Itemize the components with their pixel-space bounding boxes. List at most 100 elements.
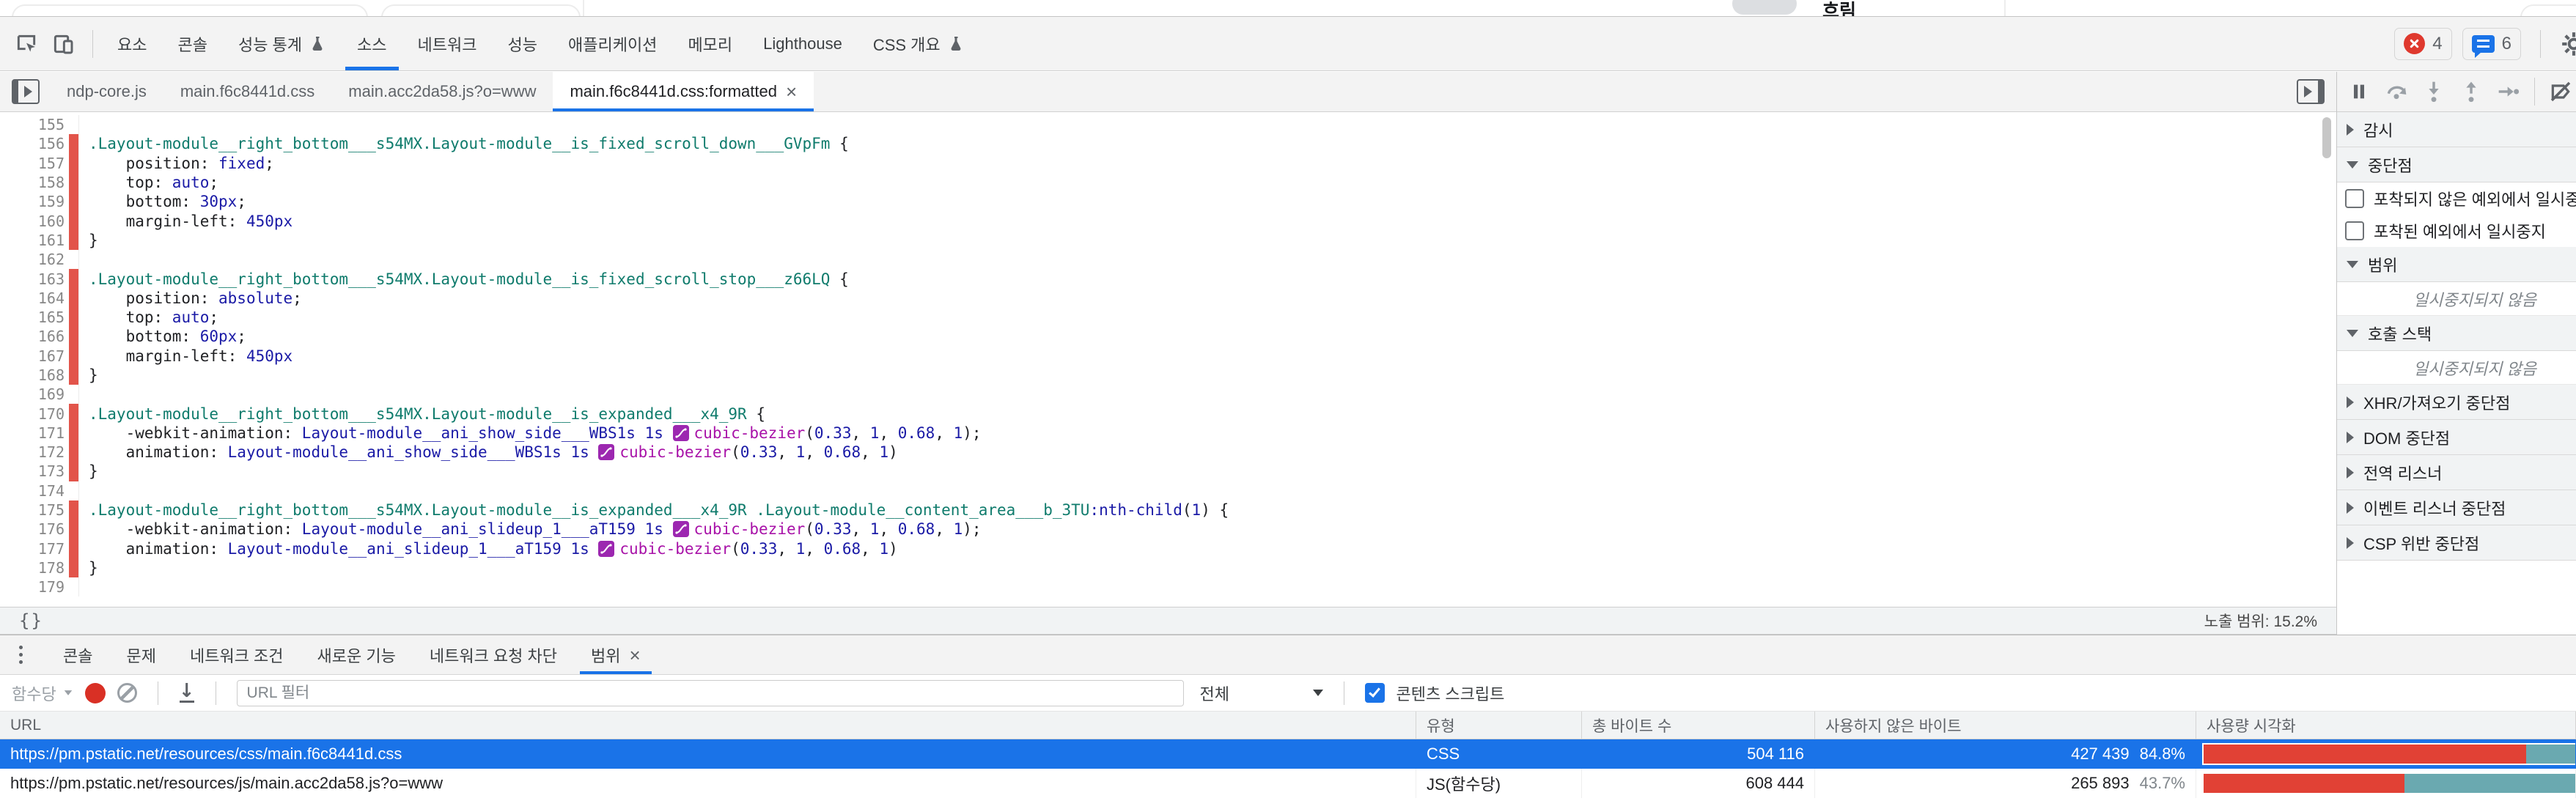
- column-header[interactable]: 유형: [1416, 712, 1582, 739]
- bezier-swatch-icon[interactable]: [598, 541, 614, 557]
- drawer-tab[interactable]: 새로운 기능: [301, 635, 413, 674]
- file-tab[interactable]: main.f6c8441d.css: [163, 72, 331, 111]
- column-header[interactable]: URL: [0, 712, 1416, 739]
- code-text: [78, 481, 2336, 500]
- close-tab-icon[interactable]: ×: [630, 646, 641, 665]
- scrollbar-thumb[interactable]: [2322, 117, 2331, 158]
- pause-script-icon[interactable]: [2346, 78, 2372, 105]
- code-editor[interactable]: 155156.Layout-module__right_bottom___s54…: [0, 113, 2336, 607]
- sidebar-section-collapsed[interactable]: CSP 위반 중단점: [2337, 525, 2576, 561]
- sidebar-section-expanded[interactable]: 중단점: [2337, 147, 2576, 182]
- record-coverage-button[interactable]: [85, 683, 106, 703]
- line-number[interactable]: 170: [0, 405, 65, 423]
- main-panel-tab[interactable]: 네트워크: [402, 17, 493, 70]
- sidebar-section-expanded[interactable]: 범위: [2337, 247, 2576, 282]
- show-navigator-icon[interactable]: [12, 79, 40, 104]
- line-number[interactable]: 177: [0, 540, 65, 558]
- line-number[interactable]: 157: [0, 155, 65, 172]
- coverage-mode-select[interactable]: 함수당: [12, 681, 73, 705]
- line-number[interactable]: 168: [0, 366, 65, 384]
- file-tab[interactable]: main.f6c8441d.css:formatted×: [553, 72, 814, 111]
- bezier-swatch-icon[interactable]: [598, 444, 614, 460]
- line-number[interactable]: 158: [0, 174, 65, 191]
- main-panel-tab[interactable]: Lighthouse: [748, 17, 858, 70]
- main-panel-tab[interactable]: 성능 통계: [223, 17, 342, 70]
- line-number[interactable]: 165: [0, 309, 65, 326]
- step-into-icon[interactable]: [2421, 78, 2447, 105]
- line-number[interactable]: 171: [0, 424, 65, 442]
- column-header[interactable]: 사용하지 않은 바이트: [1815, 712, 2196, 739]
- more-tools-kebab-icon[interactable]: [9, 646, 33, 664]
- show-debugger-sidebar-icon[interactable]: [2297, 79, 2325, 104]
- url-filter-input[interactable]: [237, 680, 1184, 706]
- code-token: ;: [265, 155, 274, 172]
- export-download-icon[interactable]: ↓: [179, 683, 195, 703]
- line-number[interactable]: 175: [0, 501, 65, 519]
- content-scripts-checkbox[interactable]: [1365, 683, 1385, 703]
- checkbox-unchecked[interactable]: [2345, 221, 2364, 240]
- close-tab-icon[interactable]: ×: [786, 82, 797, 101]
- line-number[interactable]: 159: [0, 193, 65, 210]
- line-number[interactable]: 172: [0, 443, 65, 461]
- line-number[interactable]: 169: [0, 385, 65, 403]
- device-toolbar-icon[interactable]: [47, 28, 79, 60]
- issues-badge-button[interactable]: 6: [2462, 28, 2521, 60]
- clear-coverage-icon[interactable]: [117, 683, 137, 703]
- type-filter-select[interactable]: 전체: [1200, 681, 1323, 705]
- code-token: cubic-bezier: [619, 443, 731, 461]
- main-panel-tab[interactable]: CSS 개요: [858, 17, 980, 70]
- sidebar-section-collapsed[interactable]: XHR/가져오기 중단점: [2337, 385, 2576, 420]
- line-number[interactable]: 163: [0, 270, 65, 288]
- sidebar-section-collapsed[interactable]: 이벤트 리스너 중단점: [2337, 490, 2576, 525]
- table-row[interactable]: https://pm.pstatic.net/resources/css/mai…: [0, 739, 2576, 769]
- main-panel-tab[interactable]: 콘솔: [162, 17, 222, 70]
- drawer-tab[interactable]: 네트워크 요청 차단: [413, 635, 574, 674]
- main-panel-tab[interactable]: 메모리: [672, 17, 748, 70]
- inspect-element-icon[interactable]: [10, 28, 43, 60]
- line-number[interactable]: 176: [0, 520, 65, 538]
- pretty-print-button[interactable]: {}: [19, 610, 43, 631]
- line-number[interactable]: 167: [0, 347, 65, 365]
- deactivate-breakpoints-icon[interactable]: [2547, 78, 2574, 105]
- line-number[interactable]: 162: [0, 251, 65, 268]
- column-header[interactable]: 사용량 시각화: [2196, 712, 2576, 739]
- line-number[interactable]: 179: [0, 578, 65, 596]
- main-panel-tab[interactable]: 성능: [493, 17, 553, 70]
- step-over-icon[interactable]: [2383, 78, 2410, 105]
- table-row[interactable]: https://pm.pstatic.net/resources/js/main…: [0, 769, 2576, 798]
- sidebar-section-collapsed[interactable]: 전역 리스너: [2337, 455, 2576, 490]
- line-number[interactable]: 178: [0, 559, 65, 577]
- code-token: );: [963, 520, 981, 538]
- sidebar-section-collapsed[interactable]: 감시: [2337, 112, 2576, 147]
- drawer-tab[interactable]: 콘솔: [46, 635, 109, 674]
- checkbox-unchecked[interactable]: [2345, 189, 2364, 208]
- main-panel-tab[interactable]: 소스: [342, 17, 402, 70]
- file-tab[interactable]: main.acc2da58.js?o=www: [331, 72, 553, 111]
- bezier-swatch-icon[interactable]: [673, 521, 689, 537]
- drawer-tab[interactable]: 네트워크 조건: [173, 635, 301, 674]
- column-header[interactable]: 총 바이트 수: [1582, 712, 1815, 739]
- error-icon: [2404, 33, 2425, 54]
- sidebar-section-expanded[interactable]: 호출 스택: [2337, 316, 2576, 351]
- editor-scrollbar[interactable]: [2322, 114, 2333, 605]
- line-number[interactable]: 155: [0, 116, 65, 133]
- line-number[interactable]: 160: [0, 213, 65, 230]
- line-number[interactable]: 164: [0, 289, 65, 307]
- line-number[interactable]: 174: [0, 482, 65, 500]
- drawer-tab[interactable]: 문제: [109, 635, 172, 674]
- settings-gear-icon[interactable]: [2560, 28, 2575, 60]
- main-panel-tab[interactable]: 요소: [102, 17, 162, 70]
- code-token: animation:: [89, 443, 228, 461]
- drawer-tab[interactable]: 범위×: [574, 635, 658, 674]
- sidebar-section-collapsed[interactable]: DOM 중단점: [2337, 420, 2576, 455]
- line-number[interactable]: 173: [0, 462, 65, 480]
- line-number[interactable]: 166: [0, 328, 65, 345]
- step-out-icon[interactable]: [2458, 78, 2484, 105]
- step-icon[interactable]: [2495, 78, 2522, 105]
- line-number[interactable]: 156: [0, 135, 65, 152]
- main-panel-tab[interactable]: 애플리케이션: [553, 17, 672, 70]
- bezier-swatch-icon[interactable]: [673, 425, 689, 441]
- line-number[interactable]: 161: [0, 232, 65, 249]
- errors-badge-button[interactable]: 4: [2394, 28, 2451, 60]
- file-tab[interactable]: ndp-core.js: [50, 72, 163, 111]
